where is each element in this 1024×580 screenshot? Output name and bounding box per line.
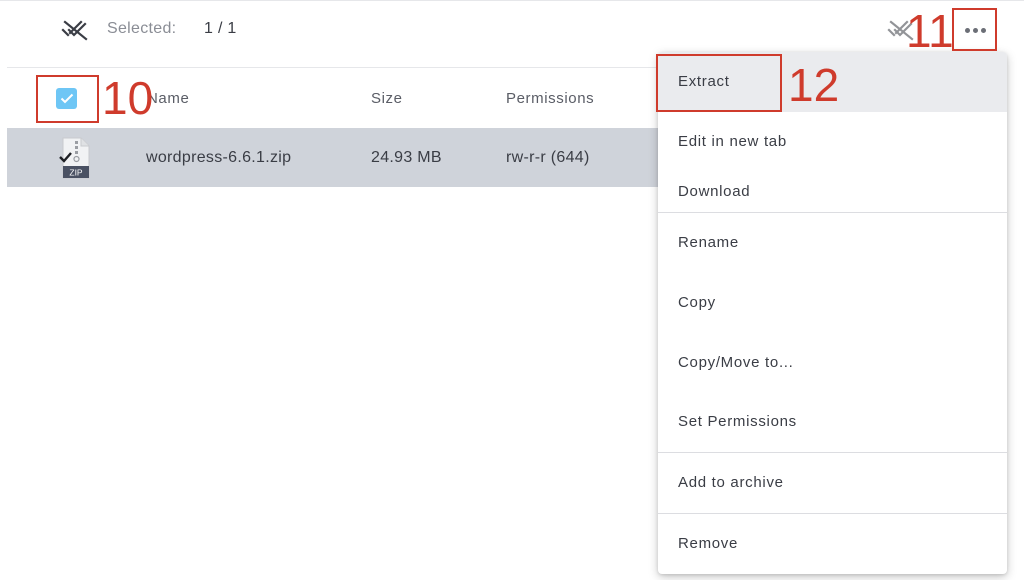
- annotation-box-10: [36, 75, 99, 123]
- annotation-label-10: 10: [102, 72, 154, 124]
- menu-item-remove[interactable]: Remove: [658, 514, 1007, 574]
- selected-count: 1 / 1: [204, 20, 237, 37]
- annotation-label-11: 11: [906, 5, 954, 57]
- zip-file-icon: ZIP: [59, 137, 93, 179]
- remove-done-icon[interactable]: [60, 16, 90, 44]
- menu-item-label: Add to archive: [678, 474, 784, 491]
- file-name[interactable]: wordpress-6.6.1.zip: [146, 149, 291, 167]
- menu-item-label: Copy/Move to...: [678, 354, 794, 371]
- svg-text:ZIP: ZIP: [69, 168, 83, 178]
- annotation-label-12: 12: [788, 59, 840, 111]
- menu-item-add-to-archive[interactable]: Add to archive: [658, 453, 1007, 513]
- annotation-box-12: [656, 54, 782, 112]
- menu-item-set-permissions[interactable]: Set Permissions: [658, 393, 1007, 452]
- annotation-box-11: [952, 8, 997, 51]
- menu-item-label: Edit in new tab: [678, 133, 787, 150]
- menu-item-edit-in-new-tab[interactable]: Edit in new tab: [658, 112, 1007, 172]
- file-size: 24.93 MB: [371, 149, 442, 166]
- context-menu: Extract Edit in new tab Download Rename …: [658, 52, 1007, 574]
- column-header-name[interactable]: Name: [147, 90, 189, 107]
- file-permissions: rw-r-r (644): [506, 149, 590, 166]
- column-header-size[interactable]: Size: [371, 90, 403, 107]
- menu-item-download[interactable]: Download: [658, 172, 1007, 212]
- menu-item-label: Rename: [678, 234, 739, 251]
- menu-item-rename[interactable]: Rename: [658, 213, 1007, 273]
- menu-item-copy[interactable]: Copy: [658, 273, 1007, 333]
- menu-item-label: Set Permissions: [678, 413, 797, 430]
- menu-item-label: Remove: [678, 535, 739, 552]
- column-header-permissions[interactable]: Permissions: [506, 90, 594, 107]
- menu-item-label: Download: [678, 183, 751, 200]
- menu-item-copy-move-to[interactable]: Copy/Move to...: [658, 333, 1007, 393]
- selected-label: Selected:: [107, 20, 177, 37]
- menu-item-label: Copy: [678, 294, 716, 311]
